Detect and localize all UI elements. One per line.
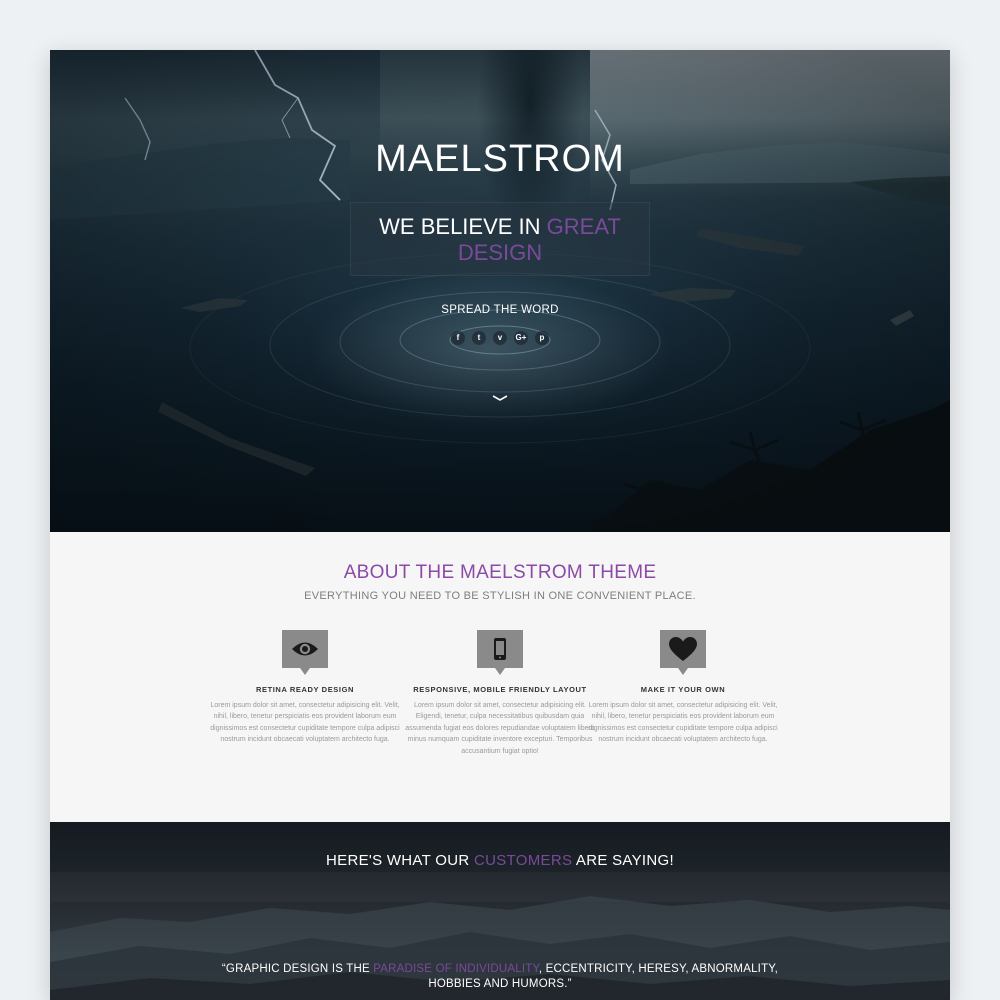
feature-responsive: RESPONSIVE, MOBILE FRIENDLY LAYOUT Lorem… [405, 630, 595, 757]
testimonials-title-text-end: ARE SAYING! [572, 852, 674, 869]
heart-icon [669, 637, 697, 661]
quote-accent: PARADISE OF INDIVIDUALITY [373, 963, 539, 975]
about-subtitle: EVERYTHING YOU NEED TO BE STYLISH IN ONE… [304, 590, 696, 602]
page-frame: MAELSTROM WE BELIEVE IN GREAT DESIGN SPR… [50, 50, 950, 1000]
testimonials-title-text: HERE'S WHAT OUR [326, 852, 474, 869]
hero-section: MAELSTROM WE BELIEVE IN GREAT DESIGN SPR… [50, 50, 950, 532]
chevron-down-icon[interactable] [491, 393, 509, 403]
twitter-icon[interactable]: t [472, 331, 486, 345]
feature-title: RESPONSIVE, MOBILE FRIENDLY LAYOUT [413, 685, 587, 694]
site-title: MAELSTROM [375, 138, 625, 180]
feature-icon-box [477, 630, 523, 675]
tagline-text: WE BELIEVE IN [379, 214, 547, 239]
mobile-phone-icon [494, 638, 506, 660]
feature-icon-box [660, 630, 706, 675]
testimonials-section: HERE'S WHAT OUR CUSTOMERS ARE SAYING! “G… [50, 822, 950, 1000]
eye-icon [292, 642, 318, 656]
feature-text: Lorem ipsum dolor sit amet, consectetur … [405, 702, 595, 755]
quote-text: “GRAPHIC DESIGN IS THE [221, 963, 374, 975]
vimeo-icon[interactable]: v [493, 331, 507, 345]
feature-title: MAKE IT YOUR OWN [640, 685, 726, 694]
feature-text: Lorem ipsum dolor sit amet, consectetur … [210, 702, 400, 744]
pinterest-icon[interactable]: p [535, 331, 549, 345]
testimonial-quote: “GRAPHIC DESIGN IS THE PARADISE OF INDIV… [200, 962, 800, 992]
feature-title: RETINA READY DESIGN [255, 685, 355, 694]
social-links: f t v G+ p [451, 331, 549, 345]
feature-retina: RETINA READY DESIGN Lorem ipsum dolor si… [210, 630, 400, 746]
testimonials-title-accent: CUSTOMERS [473, 852, 573, 869]
facebook-icon[interactable]: f [451, 331, 465, 345]
google-plus-icon[interactable]: G+ [514, 331, 528, 345]
feature-make-it-your-own: MAKE IT YOUR OWN Lorem ipsum dolor sit a… [588, 630, 778, 746]
tagline-box: WE BELIEVE IN GREAT DESIGN [350, 202, 650, 276]
feature-icon-box [282, 630, 328, 675]
feature-text: Lorem ipsum dolor sit amet, consectetur … [588, 702, 778, 744]
about-title: ABOUT THE MAELSTROM THEME [343, 562, 657, 583]
testimonials-title: HERE'S WHAT OUR CUSTOMERS ARE SAYING! [50, 852, 950, 869]
spread-the-word-label: SPREAD THE WORD [441, 304, 559, 316]
